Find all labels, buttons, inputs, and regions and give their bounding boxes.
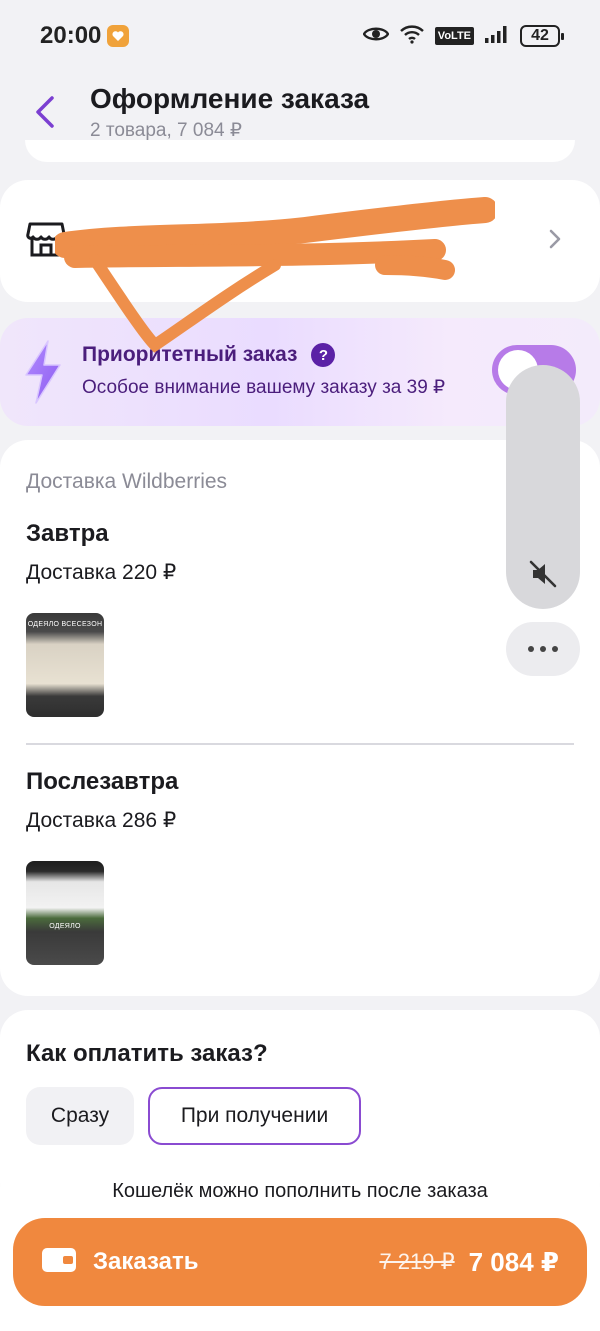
lightning-icon [25, 340, 61, 404]
pay-now-option[interactable]: Сразу [26, 1087, 134, 1145]
page-subtitle: 2 товара, 7 084 ₽ [90, 119, 242, 141]
thumbnail-caption: ОДЕЯЛО ВСЕСЕЗОН [27, 621, 103, 628]
volume-panel[interactable] [506, 365, 580, 609]
order-button[interactable]: Заказать 7 219 ₽ 7 084 ₽ [13, 1218, 587, 1306]
delivery-day-title: Послезавтра [26, 768, 179, 795]
pickup-point-label: Ка ка [88, 228, 144, 253]
divider [26, 743, 574, 745]
notification-heart-icon [107, 25, 130, 47]
delivery-cost: Доставка 220 ₽ [26, 561, 177, 584]
status-bar: 20:00 VoLTE 42 [0, 0, 600, 72]
chevron-left-icon [36, 96, 54, 128]
delivery-provider: Доставка Wildberries [26, 470, 228, 493]
delivery-cost: Доставка 286 ₽ [26, 809, 177, 832]
chevron-right-icon [548, 228, 562, 255]
delivery-day-title: Завтра [26, 520, 109, 547]
product-thumbnail[interactable]: ОДЕЯЛО ВСЕСЕЗОН [26, 613, 104, 717]
volte-badge: VoLTE [434, 27, 474, 45]
more-dots-icon [528, 646, 534, 652]
wallet-icon [41, 1247, 77, 1278]
priority-description: Особое внимание вашему заказу за 39 ₽ [82, 377, 446, 398]
more-dot [552, 646, 558, 652]
status-icons: VoLTE 42 [362, 24, 564, 49]
more-dot [540, 646, 546, 652]
pickup-point-row[interactable]: Ка ка [0, 180, 600, 302]
checkout-sheet: Кошелёк можно пополнить после заказа Зак… [0, 1160, 600, 1331]
eye-icon [362, 25, 390, 48]
order-button-label: Заказать [93, 1248, 199, 1275]
old-price: 7 219 ₽ [379, 1249, 455, 1274]
signal-icon [484, 24, 510, 49]
store-icon [26, 220, 66, 263]
more-button[interactable] [506, 622, 580, 676]
battery-icon: 42 [520, 25, 564, 47]
help-icon[interactable]: ? [311, 343, 336, 367]
priority-title: Приоритетный заказ [82, 343, 298, 366]
wifi-icon [399, 24, 425, 49]
thumbnail-caption: ОДЕЯЛО [49, 923, 81, 930]
payment-title: Как оплатить заказ? [26, 1040, 268, 1067]
page-title: Оформление заказа [90, 82, 370, 114]
clock: 20:00 [40, 22, 102, 49]
previous-card-edge [25, 140, 575, 162]
wallet-note: Кошелёк можно пополнить после заказа [112, 1180, 488, 1202]
pay-on-delivery-option[interactable]: При получении [148, 1087, 361, 1145]
mute-icon [529, 560, 557, 588]
product-thumbnail[interactable]: ОДЕЯЛО [26, 861, 104, 965]
total-price: 7 084 ₽ [468, 1246, 559, 1277]
